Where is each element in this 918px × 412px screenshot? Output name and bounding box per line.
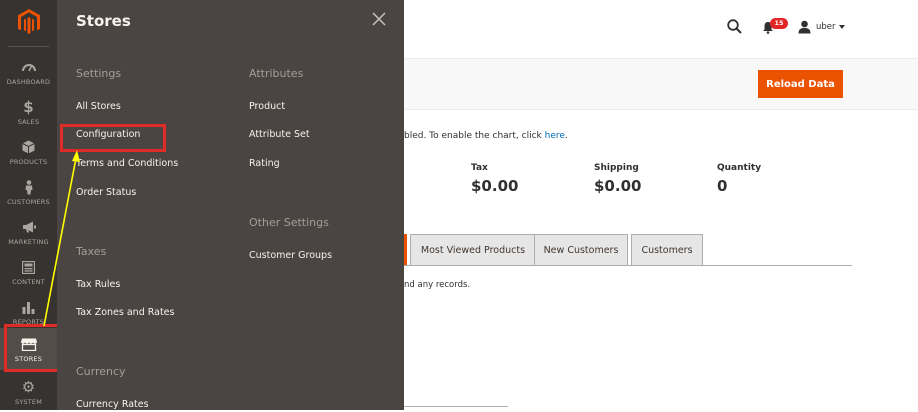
sidebar-item-label: DASHBOARD	[6, 78, 51, 86]
menu-item-currency-rates[interactable]: Currency Rates	[76, 399, 149, 410]
empty-records-message: nd any records.	[404, 280, 471, 290]
tabs-divider	[404, 265, 852, 266]
page-actions-bar: Reload Data	[404, 58, 918, 110]
sidebar-item-dashboard[interactable]: DASHBOARD	[0, 52, 57, 92]
rail-divider	[8, 46, 49, 47]
menu-item-rating[interactable]: Rating	[249, 158, 280, 169]
sidebar-item-marketing[interactable]: MARKETING	[0, 212, 57, 252]
sidebar-item-label: CUSTOMERS	[7, 198, 50, 206]
active-tab-edge	[404, 234, 407, 265]
menu-item-customer-groups[interactable]: Customer Groups	[249, 250, 332, 261]
magento-logo-icon	[17, 9, 40, 34]
content-icon	[22, 258, 35, 276]
totals-label-shipping: Shipping	[594, 163, 639, 173]
stores-highlight-box	[4, 324, 62, 372]
search-icon[interactable]	[727, 19, 742, 34]
sidebar-item-system[interactable]: ⚙ SYSTEM	[0, 372, 57, 412]
sidebar-item-label: MARKETING	[8, 238, 49, 246]
chart-disabled-notice: bled. To enable the chart, click here.	[404, 131, 568, 141]
sidebar-item-products[interactable]: PRODUCTS	[0, 132, 57, 172]
menu-item-terms-and-conditions[interactable]: Terms and Conditions	[76, 158, 178, 169]
megaphone-icon	[22, 218, 36, 236]
menu-item-product[interactable]: Product	[249, 101, 285, 112]
sidebar-item-label: SALES	[17, 118, 40, 126]
notice-end: .	[564, 131, 568, 141]
chevron-down-icon[interactable]	[839, 25, 845, 29]
close-icon[interactable]	[371, 11, 387, 27]
section-title-taxes: Taxes	[76, 245, 107, 258]
user-avatar-icon[interactable]	[798, 20, 811, 34]
gear-icon: ⚙	[21, 378, 36, 396]
sidebar-item-sales[interactable]: $ SALES	[0, 92, 57, 132]
section-title-settings: Settings	[76, 67, 122, 80]
configuration-highlight-box	[60, 124, 166, 152]
panel-title: Stores	[76, 12, 131, 30]
section-title-other-settings: Other Settings	[249, 216, 329, 229]
menu-item-tax-rules[interactable]: Tax Rules	[76, 279, 120, 290]
dollar-icon: $	[23, 98, 34, 116]
totals-value-tax: $0.00	[471, 177, 519, 195]
sidebar-item-label: SYSTEM	[14, 398, 43, 406]
enable-chart-link[interactable]: here	[545, 131, 565, 141]
cube-icon	[22, 138, 35, 156]
bar-chart-icon	[22, 298, 35, 316]
sidebar-item-label: CONTENT	[12, 278, 45, 286]
magento-logo[interactable]	[0, 0, 57, 44]
tab-most-viewed-products[interactable]: Most Viewed Products	[410, 234, 536, 265]
dashboard-main: 15 uber Reload Data bled. To enable the …	[404, 0, 918, 410]
section-title-currency: Currency	[76, 365, 126, 378]
menu-item-attribute-set[interactable]: Attribute Set	[249, 129, 310, 140]
tab-new-customers[interactable]: New Customers	[534, 234, 628, 265]
section-title-attributes: Attributes	[249, 67, 304, 80]
sidebar-item-label: PRODUCTS	[9, 158, 48, 166]
totals-value-quantity: 0	[717, 177, 728, 195]
tab-customers[interactable]: Customers	[631, 234, 703, 265]
notifications-count-badge: 15	[770, 18, 788, 29]
person-icon	[24, 178, 34, 196]
totals-value-shipping: $0.00	[594, 177, 642, 195]
notice-text: bled. To enable the chart, click	[404, 131, 545, 141]
content-divider	[404, 406, 508, 407]
totals-label-tax: Tax	[471, 163, 488, 173]
sidebar-item-customers[interactable]: CUSTOMERS	[0, 172, 57, 212]
dashboard-icon	[21, 58, 36, 76]
user-name[interactable]: uber	[816, 22, 836, 32]
admin-sidebar: DASHBOARD $ SALES PRODUCTS CUSTOMERS MAR…	[0, 0, 62, 412]
menu-item-order-status[interactable]: Order Status	[76, 187, 136, 198]
menu-item-all-stores[interactable]: All Stores	[76, 101, 121, 112]
reload-data-button[interactable]: Reload Data	[758, 70, 843, 98]
stores-menu-panel: Stores Settings All Stores Configuration…	[57, 0, 404, 410]
menu-item-tax-zones-and-rates[interactable]: Tax Zones and Rates	[76, 307, 174, 318]
totals-label-quantity: Quantity	[717, 163, 762, 173]
sidebar-item-content[interactable]: CONTENT	[0, 252, 57, 292]
